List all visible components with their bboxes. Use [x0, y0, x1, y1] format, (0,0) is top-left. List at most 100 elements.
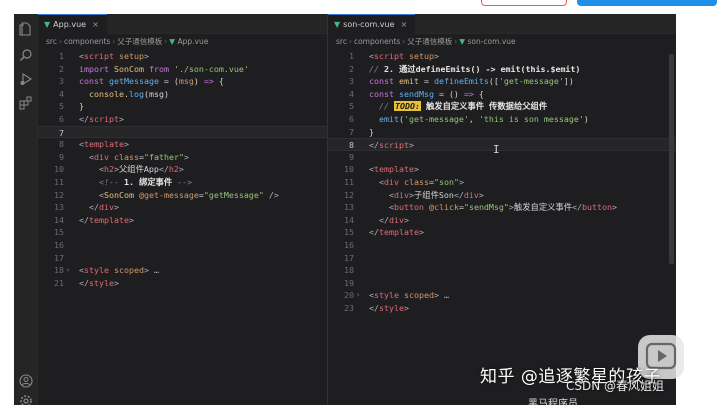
- code-text: emit('get-message', 'this is son message…: [379, 113, 589, 124]
- code-line[interactable]: 13 </div>: [38, 201, 327, 214]
- breadcrumb-item[interactable]: App.vue: [177, 37, 208, 46]
- right-editor-pane: ▼ son-com.vue × src › components › 父子通信模板 › ▼ so…: [328, 14, 676, 405]
- tab-app-vue[interactable]: ▼ App.vue ×: [38, 14, 107, 34]
- line-number: 17: [344, 252, 354, 263]
- top-outline-button[interactable]: [481, 0, 567, 6]
- breadcrumb-item[interactable]: 父子通信模板: [117, 37, 162, 46]
- code-line[interactable]: 2 import SonCom from './son-com.vue': [38, 63, 327, 76]
- code-area[interactable]: 1 <script setup> 2 // 2. 通过defineEmits() ->…: [328, 50, 676, 314]
- code-line[interactable]: 1 <script setup>: [328, 50, 676, 63]
- breadcrumb: src › components › 父子通信模板 › ▼ App.vue: [38, 35, 327, 49]
- search-icon[interactable]: [19, 48, 33, 62]
- line-number: 13: [54, 202, 64, 213]
- tab-son-com-vue[interactable]: ▼ son-com.vue ×: [328, 14, 416, 34]
- code-text: }: [79, 101, 84, 112]
- code-text: // TODO: 触发自定义事件 传数据给父组件: [379, 101, 548, 112]
- breadcrumb-item[interactable]: components: [354, 37, 400, 46]
- code-text: console.log(msg): [89, 88, 169, 99]
- code-line[interactable]: 8 </script>: [328, 138, 676, 151]
- breadcrumb-item[interactable]: src: [46, 37, 57, 46]
- code-line[interactable]: 16: [328, 239, 676, 252]
- code-line[interactable]: 18 › <style scoped> …: [38, 264, 327, 277]
- top-primary-button[interactable]: [577, 0, 717, 6]
- code-line[interactable]: 10 <template>: [328, 163, 676, 176]
- code-line[interactable]: 14 </template>: [38, 214, 327, 227]
- code-line[interactable]: 3 const getMessage = (msg) => {: [38, 75, 327, 88]
- code-line[interactable]: 6 emit('get-message', 'this is son messa…: [328, 113, 676, 126]
- code-line[interactable]: 19: [328, 277, 676, 290]
- code-line[interactable]: 23 </style>: [328, 302, 676, 315]
- account-icon[interactable]: [19, 374, 33, 388]
- code-line[interactable]: 15: [38, 226, 327, 239]
- line-number: 18: [344, 265, 354, 276]
- line-number: 5: [59, 101, 64, 112]
- scrollbar-thumb[interactable]: [669, 54, 674, 264]
- code-line[interactable]: 5 // TODO: 触发自定义事件 传数据给父组件: [328, 100, 676, 113]
- left-editor-pane: ▼ App.vue × src › components › 父子通信模板 › ▼ App.vu…: [38, 14, 328, 405]
- run-debug-icon[interactable]: [19, 72, 33, 86]
- breadcrumb: src › components › 父子通信模板 › ▼ son-com.vue: [328, 35, 676, 49]
- code-area[interactable]: 1 <script setup> 2 import SonCom from './so…: [38, 50, 327, 289]
- code-line[interactable]: 4 const sendMsg = () => {: [328, 88, 676, 101]
- code-line[interactable]: 7: [38, 125, 327, 139]
- fold-chevron-icon[interactable]: ›: [356, 289, 364, 302]
- line-number: 12: [54, 189, 64, 200]
- csdn-watermark: CSDN @春风姐姐: [566, 379, 665, 393]
- code-text: <script setup>: [369, 51, 439, 61]
- code-line[interactable]: 16: [38, 239, 327, 252]
- fold-chevron-icon[interactable]: ›: [66, 264, 74, 277]
- code-line[interactable]: 17: [328, 252, 676, 265]
- chevron-right-icon: ›: [112, 37, 116, 46]
- settings-icon[interactable]: [19, 394, 33, 405]
- code-line[interactable]: 9: [328, 151, 676, 164]
- code-line[interactable]: 4 console.log(msg): [38, 88, 327, 101]
- code-line[interactable]: 18: [328, 264, 676, 277]
- code-text: <!-- 1. 绑定事件 -->: [98, 176, 193, 187]
- text-cursor-icon: I: [493, 143, 500, 156]
- breadcrumb-item[interactable]: son-com.vue: [467, 37, 515, 46]
- breadcrumb-item[interactable]: components: [64, 37, 110, 46]
- line-number: 15: [344, 227, 354, 238]
- close-icon[interactable]: ×: [92, 20, 99, 29]
- breadcrumb-item[interactable]: src: [336, 37, 347, 46]
- code-line[interactable]: 11 <div class="son">: [328, 176, 676, 189]
- line-number: 18: [54, 265, 64, 276]
- line-number: 10: [344, 164, 354, 175]
- line-number: 2: [349, 63, 354, 74]
- activity-bar: [14, 14, 38, 405]
- code-text: </div>: [379, 214, 409, 225]
- vue-file-icon: ▼: [169, 37, 176, 46]
- code-line[interactable]: 7}: [328, 126, 676, 139]
- close-icon[interactable]: ×: [401, 20, 408, 29]
- tab-label: App.vue: [53, 20, 87, 29]
- files-icon[interactable]: [19, 22, 33, 36]
- code-line[interactable]: 11 <!-- 1. 绑定事件 -->: [38, 176, 327, 189]
- code-line[interactable]: 20 › <style scoped> …: [328, 289, 676, 302]
- line-number: 17: [54, 252, 64, 263]
- code-line[interactable]: 12 <div>子组件Son</div>: [328, 189, 676, 202]
- code-line[interactable]: 10 <h2>父组件App</h2>: [38, 163, 327, 176]
- code-line[interactable]: 8 <template>: [38, 138, 327, 151]
- vue-file-icon: ▼: [44, 20, 51, 29]
- code-line[interactable]: 5}: [38, 100, 327, 113]
- line-number: 5: [349, 101, 354, 112]
- code-line[interactable]: 15 </template>: [328, 226, 676, 239]
- code-line[interactable]: 13 <button @click="sendMsg">触发自定义事件</but…: [328, 201, 676, 214]
- breadcrumb-item[interactable]: 父子通信模板: [407, 37, 452, 46]
- code-line[interactable]: 3 const emit = defineEmits(['get-message'…: [328, 75, 676, 88]
- code-line[interactable]: 1 <script setup>: [38, 50, 327, 63]
- code-line[interactable]: 2 // 2. 通过defineEmits() -> emit(this.$emi…: [328, 63, 676, 76]
- code-line[interactable]: 6 </script>: [38, 113, 327, 126]
- top-strip: [0, 0, 720, 14]
- line-number: 9: [349, 151, 354, 162]
- line-number: 2: [59, 63, 64, 74]
- code-line[interactable]: 21 </style>: [38, 277, 327, 290]
- code-line[interactable]: 12 <SonCom @get-message="getMessage" />: [38, 189, 327, 202]
- line-number: 20: [344, 290, 354, 301]
- extensions-icon[interactable]: [19, 96, 33, 110]
- code-text: </div>: [89, 202, 119, 213]
- code-line[interactable]: 14 </div>: [328, 214, 676, 227]
- code-line[interactable]: 17: [38, 252, 327, 265]
- line-number: 11: [54, 176, 64, 187]
- code-line[interactable]: 9 <div class="father">: [38, 151, 327, 164]
